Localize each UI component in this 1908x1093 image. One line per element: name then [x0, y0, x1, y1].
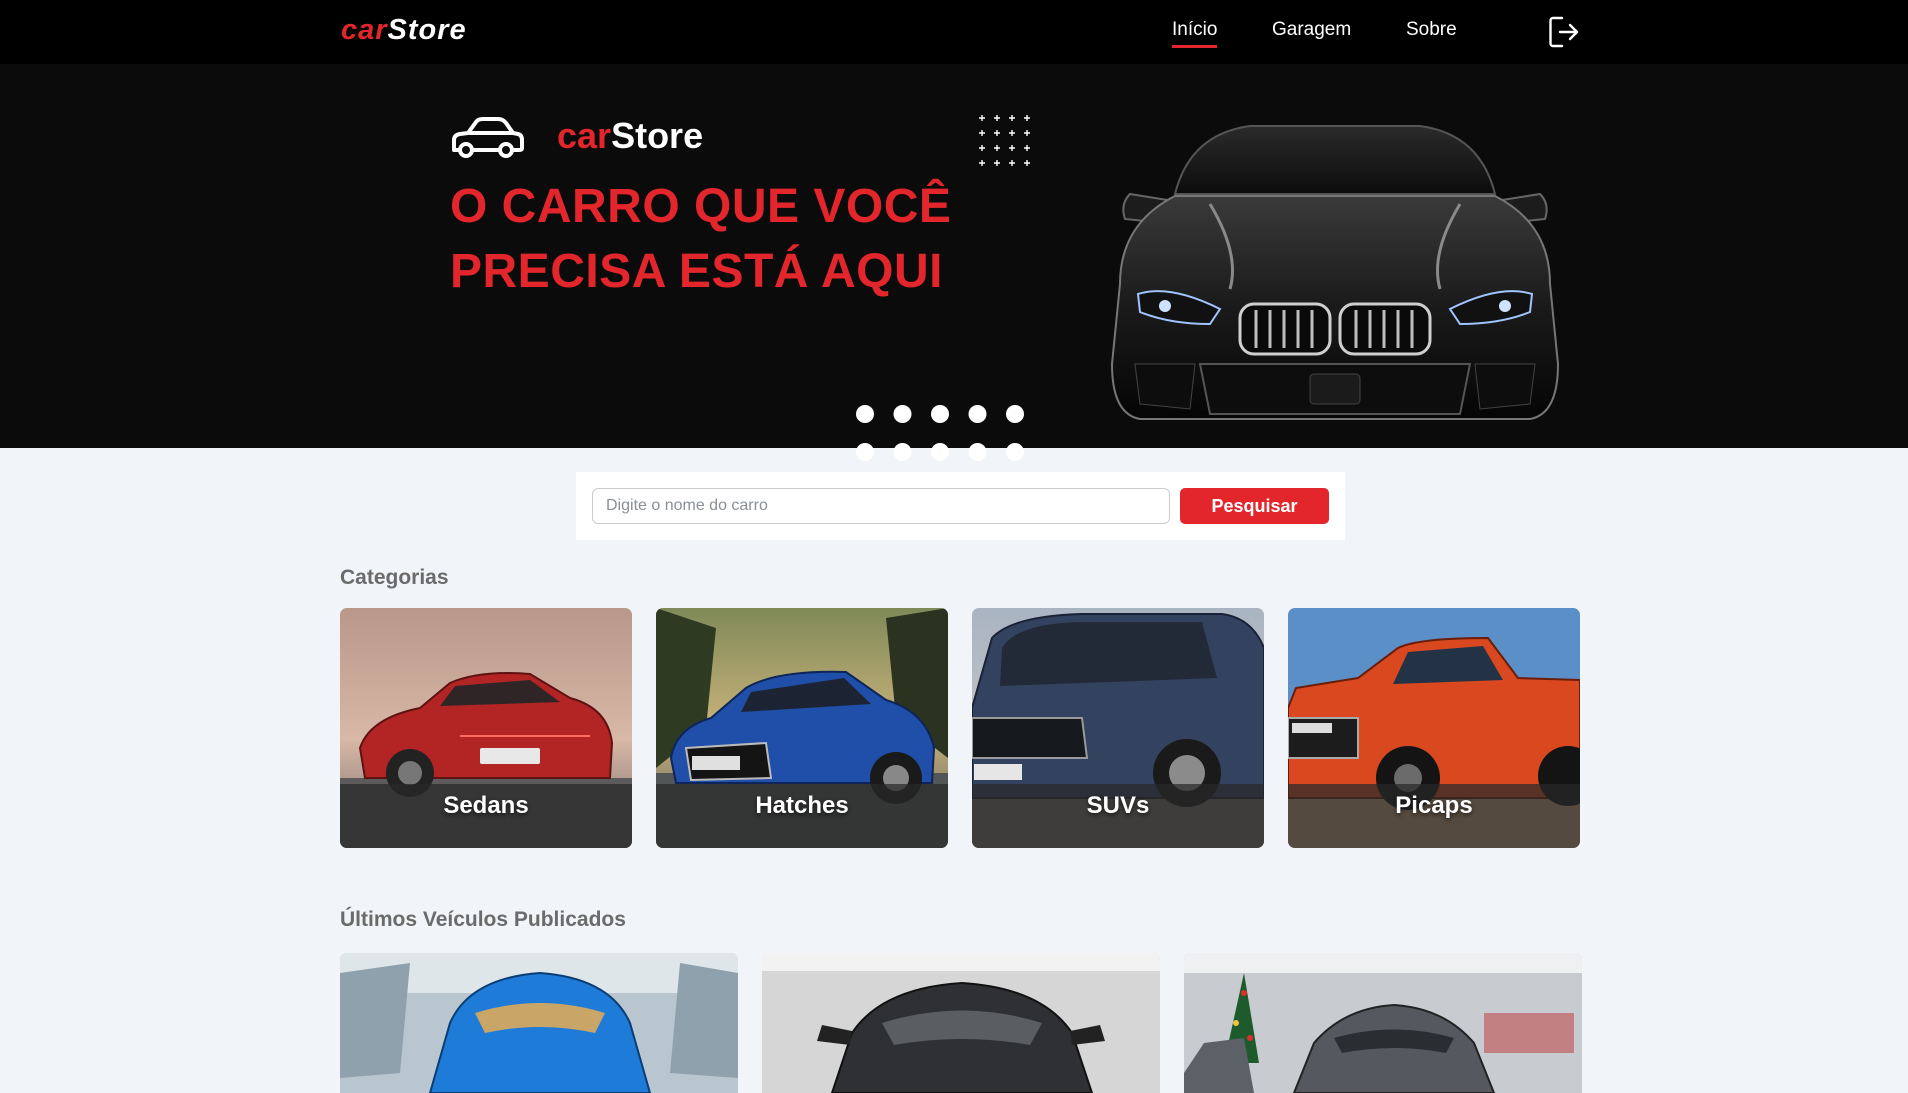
category-label: SUVs — [1086, 792, 1150, 819]
car-outline-icon — [448, 114, 526, 162]
logo-car-text: car — [341, 14, 388, 46]
hero-brand: carStore — [557, 115, 703, 157]
search-button[interactable]: Pesquisar — [1180, 488, 1329, 524]
active-nav-indicator — [1172, 45, 1217, 48]
hero-headline-line1: O CARRO QUE VOCÊ — [450, 180, 952, 233]
hero-car-image — [1080, 114, 1590, 444]
category-card-suvs[interactable]: SUVs — [972, 608, 1264, 848]
latest-vehicles-title: Últimos Veículos Publicados — [340, 908, 626, 931]
navbar: carStore Início Garagem Sobre — [0, 0, 1908, 64]
categories-title: Categorias — [340, 566, 449, 589]
nav-link-inicio[interactable]: Início — [1172, 19, 1217, 41]
category-card-hatches[interactable]: Hatches — [656, 608, 948, 848]
hero-headline: O CARRO QUE VOCÊ PRECISA ESTÁ AQUI — [450, 174, 970, 304]
hero-headline-line2: PRECISA ESTÁ AQUI — [450, 245, 943, 298]
logo-store-text: Store — [387, 14, 467, 46]
logout-icon[interactable] — [1548, 15, 1580, 49]
category-label: Picaps — [1395, 792, 1473, 819]
hero-brand-store: Store — [611, 115, 704, 156]
logo[interactable]: carStore — [341, 14, 467, 47]
nav-link-sobre[interactable]: Sobre — [1406, 19, 1457, 41]
hero-brand-car: car — [557, 115, 612, 156]
category-card-picaps[interactable]: Picaps — [1288, 608, 1580, 848]
decorative-plus-grid — [978, 114, 1040, 178]
vehicle-card[interactable] — [340, 953, 738, 1093]
decorative-dot-grid — [854, 401, 1034, 465]
search-bar: Pesquisar — [576, 472, 1345, 540]
category-label: Sedans — [443, 792, 529, 819]
hero-banner: carStore O CARRO QUE VOCÊ PRECISA ESTÁ A… — [0, 64, 1908, 461]
category-label: Hatches — [755, 792, 849, 819]
nav-link-garagem[interactable]: Garagem — [1272, 19, 1351, 41]
vehicle-card[interactable] — [1184, 953, 1582, 1093]
vehicle-card[interactable] — [762, 953, 1160, 1093]
category-card-sedans[interactable]: Sedans — [340, 608, 632, 848]
search-input[interactable] — [592, 488, 1170, 524]
